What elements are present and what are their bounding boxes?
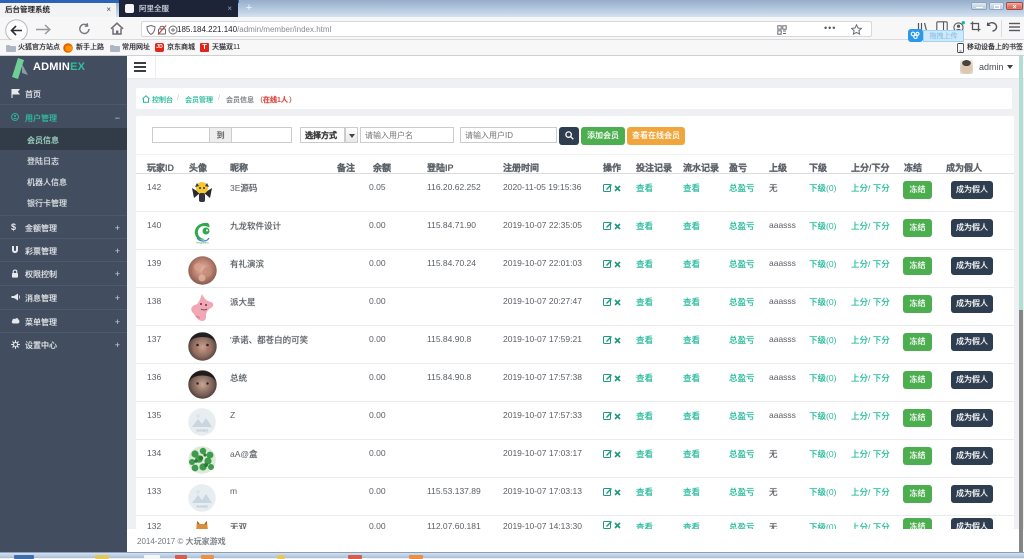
svg-text:longteam: longteam <box>196 241 209 245</box>
svg-text:wuxianji: wuxianji <box>196 429 208 433</box>
svg-text:wuxianji: wuxianji <box>196 505 208 509</box>
